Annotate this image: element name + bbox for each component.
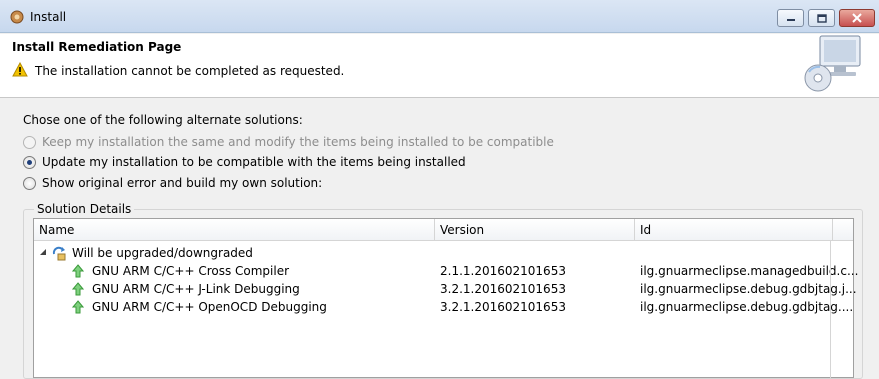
column-header-version[interactable]: Version [440, 223, 484, 237]
row-name: GNU ARM C/C++ OpenOCD Debugging [92, 300, 327, 314]
update-group-icon [52, 246, 66, 261]
warning-icon [12, 62, 28, 77]
tree-category-row[interactable]: Will be upgraded/downgraded [34, 245, 853, 263]
wizard-content: Chose one of the following alternate sol… [0, 99, 879, 379]
solution-details-group: Solution Details Name Version Id Will be… [23, 202, 863, 379]
row-id: ilg.gnuarmeclipse.managedbuild.c... [640, 264, 859, 278]
page-title: Install Remediation Page [12, 40, 182, 54]
row-name: GNU ARM C/C++ Cross Compiler [92, 264, 290, 278]
column-divider[interactable] [434, 219, 435, 241]
option-label: Show original error and build my own sol… [42, 176, 323, 190]
column-header-id[interactable]: Id [640, 223, 651, 237]
close-icon [852, 13, 862, 23]
option-update-installation[interactable]: Update my installation to be compatible … [23, 155, 466, 169]
radio-show-original-error[interactable] [23, 176, 36, 190]
status-message: The installation cannot be completed as … [35, 64, 345, 78]
row-version: 2.1.1.201602101653 [440, 264, 566, 278]
table-header: Name Version Id [34, 219, 853, 241]
option-label: Keep my installation the same and modify… [42, 135, 554, 149]
instruction-label: Chose one of the following alternate sol… [23, 113, 303, 127]
minimize-button[interactable] [777, 9, 804, 27]
minimize-icon [786, 19, 795, 21]
title-bar: Install [0, 0, 879, 33]
option-label: Update my installation to be compatible … [42, 155, 466, 169]
upgrade-arrow-icon [72, 300, 84, 314]
table-row[interactable]: GNU ARM C/C++ OpenOCD Debugging 3.2.1.20… [34, 299, 853, 317]
column-divider-line [830, 241, 831, 379]
table-row[interactable]: GNU ARM C/C++ Cross Compiler 2.1.1.20160… [34, 263, 858, 281]
app-icon [10, 10, 24, 24]
row-id: ilg.gnuarmeclipse.debug.gdbjtag.j... [640, 282, 857, 296]
radio-keep-installation[interactable] [23, 135, 36, 149]
column-divider[interactable] [832, 219, 833, 241]
row-version: 3.2.1.201602101653 [440, 300, 566, 314]
expander-icon[interactable] [39, 248, 47, 256]
option-keep-installation[interactable]: Keep my installation the same and modify… [23, 135, 554, 149]
upgrade-arrow-icon [72, 264, 84, 278]
column-header-name[interactable]: Name [39, 223, 74, 237]
maximize-button[interactable] [808, 9, 835, 27]
option-show-original-error[interactable]: Show original error and build my own sol… [23, 176, 322, 190]
upgrade-arrow-icon [72, 282, 84, 296]
solution-details-table[interactable]: Name Version Id Will be upgraded/downgra… [33, 218, 858, 379]
close-button[interactable] [839, 9, 875, 27]
row-name: GNU ARM C/C++ J-Link Debugging [92, 282, 300, 296]
wizard-header: Install Remediation Page The installatio… [0, 34, 879, 98]
install-banner-icon [804, 35, 861, 92]
maximize-icon [816, 13, 827, 23]
row-id: ilg.gnuarmeclipse.debug.gdbjtag.... [640, 300, 854, 314]
radio-update-installation[interactable] [23, 155, 36, 169]
category-label: Will be upgraded/downgraded [72, 246, 253, 260]
table-row[interactable]: GNU ARM C/C++ J-Link Debugging 3.2.1.201… [34, 281, 857, 299]
group-label: Solution Details [34, 202, 135, 216]
window-title: Install [30, 10, 67, 24]
column-divider[interactable] [634, 219, 635, 241]
row-version: 3.2.1.201602101653 [440, 282, 566, 296]
